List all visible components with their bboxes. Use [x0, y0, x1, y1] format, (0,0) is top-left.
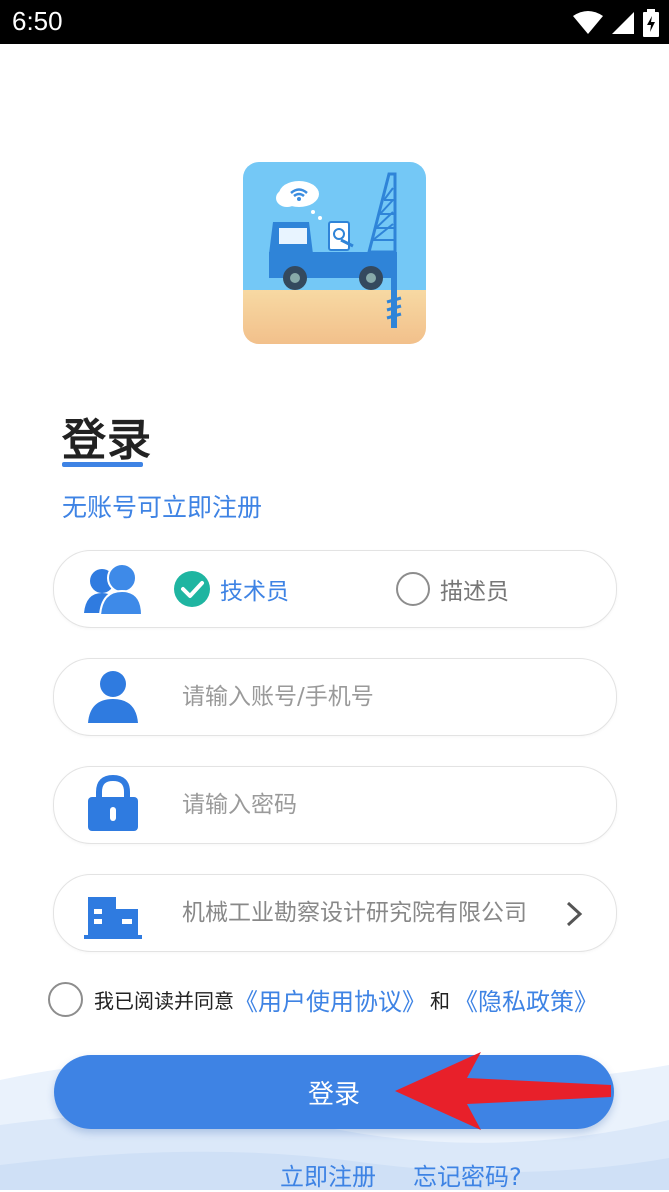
- agreement-and: 和: [430, 988, 450, 1013]
- signal-icon: [612, 12, 634, 34]
- register-prompt-link[interactable]: 无账号可立即注册: [62, 488, 262, 524]
- account-input-placeholder: 请输入账号/手机号: [182, 684, 374, 710]
- battery-icon: [643, 9, 659, 37]
- agreement-row: 我已阅读并同意 《用户使用协议》 和 《隐私政策》: [48, 981, 598, 1017]
- wifi-icon: [573, 11, 603, 34]
- register-now-link[interactable]: 立即注册: [280, 1157, 376, 1192]
- app-logo: [243, 162, 426, 344]
- check-icon: [174, 571, 210, 607]
- role-label-technician: 技术员: [220, 579, 289, 605]
- agreement-prefix: 我已阅读并同意: [94, 988, 234, 1013]
- forgot-password-link[interactable]: 忘记密码?: [413, 1157, 522, 1192]
- role-label-describer: 描述员: [440, 579, 509, 605]
- role-selector: 技术员 描述员: [53, 550, 617, 628]
- title-underline: [62, 462, 143, 467]
- status-time: 6:50: [12, 6, 63, 36]
- lock-icon: [88, 775, 138, 831]
- chevron-right-icon: [566, 901, 583, 927]
- status-icons: [573, 9, 659, 37]
- password-field[interactable]: 请输入密码: [53, 766, 617, 844]
- account-field[interactable]: 请输入账号/手机号: [53, 658, 617, 736]
- role-option-technician[interactable]: 技术员: [174, 571, 289, 607]
- users-icon: [84, 563, 142, 615]
- password-input-placeholder: 请输入密码: [182, 792, 297, 818]
- user-icon: [88, 671, 138, 723]
- role-option-describer[interactable]: 描述员: [396, 571, 509, 607]
- building-icon: [84, 897, 142, 939]
- company-name: 机械工业勘察设计研究院有限公司: [182, 900, 527, 926]
- user-agreement-link[interactable]: 《用户使用协议》: [234, 982, 426, 1017]
- company-selector[interactable]: 机械工业勘察设计研究院有限公司: [53, 874, 617, 952]
- arrow-annotation: [395, 1052, 611, 1130]
- privacy-policy-link[interactable]: 《隐私政策》: [454, 982, 598, 1017]
- page-title: 登录: [62, 415, 152, 466]
- radio-unchecked: [396, 572, 430, 606]
- agreement-checkbox[interactable]: [48, 981, 83, 1017]
- status-bar: 6:50: [0, 0, 669, 44]
